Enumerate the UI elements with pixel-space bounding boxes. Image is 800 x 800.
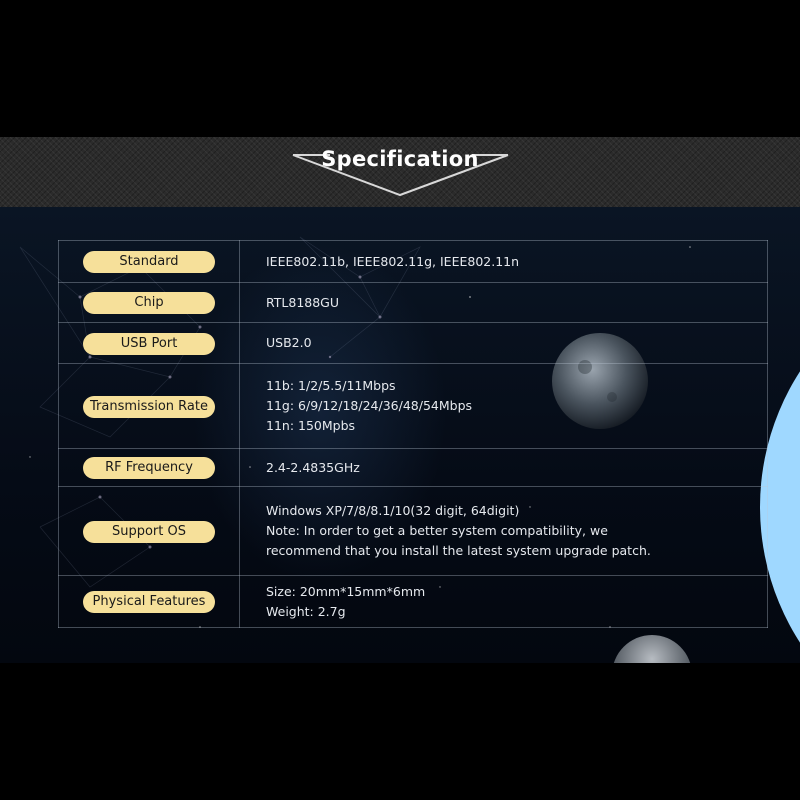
spec-row-transmission-rate: Transmission Rate 11b: 1/2/5.5/11Mbps 11… [58, 363, 768, 449]
spec-value-support-os-note-2: recommend that you install the latest sy… [266, 543, 651, 558]
spec-value-standard: IEEE802.11b, IEEE802.11g, IEEE802.11n [266, 253, 520, 269]
product-spec-page: Specification Standard IEEE802.11b, IEEE… [0, 0, 800, 800]
spec-label-usb-port: USB Port [83, 332, 215, 355]
spec-value-transmission-rate-11g: 11g: 6/9/12/18/24/36/48/54Mbps [266, 398, 473, 413]
spec-value-support-os-note-1: Note: In order to get a better system co… [266, 523, 608, 538]
spec-row-support-os: Support OS Windows XP/7/8/8.1/10(32 digi… [58, 486, 768, 576]
spec-value-chip: RTL8188GU [266, 294, 340, 310]
spec-label-physical-features: Physical Features [83, 591, 215, 613]
spec-label-transmission-rate: Transmission Rate [83, 395, 215, 418]
spec-value-physical-weight: Weight: 2.7g [266, 603, 346, 619]
spec-title: Specification [321, 147, 479, 171]
spec-value-support-os-versions: Windows XP/7/8/8.1/10(32 digit, 64digit) [266, 503, 520, 518]
spec-row-physical-features: Physical Features Size: 20mm*15mm*6mm We… [58, 575, 768, 628]
spec-label-support-os: Support OS [83, 520, 215, 543]
spec-value-rf-frequency: 2.4-2.4835GHz [266, 459, 360, 475]
spec-label-chip: Chip [83, 292, 215, 314]
spec-row-standard: Standard IEEE802.11b, IEEE802.11g, IEEE8… [58, 240, 768, 283]
spec-value-transmission-rate-11n: 11n: 150Mpbs [266, 418, 356, 433]
spec-value-usb-port: USB2.0 [266, 335, 312, 350]
spec-row-rf-frequency: RF Frequency 2.4-2.4835GHz [58, 448, 768, 487]
spec-value-physical-size: Size: 20mm*15mm*6mm [266, 583, 426, 599]
spec-value-transmission-rate-11b: 11b: 1/2/5.5/11Mbps [266, 378, 396, 393]
spec-row-chip: Chip RTL8188GU [58, 282, 768, 323]
spec-label-standard: Standard [83, 251, 215, 273]
spec-label-rf-frequency: RF Frequency [83, 457, 215, 479]
spec-row-usb-port: USB Port USB2.0 [58, 322, 768, 364]
spec-table: Standard IEEE802.11b, IEEE802.11g, IEEE8… [58, 240, 768, 628]
